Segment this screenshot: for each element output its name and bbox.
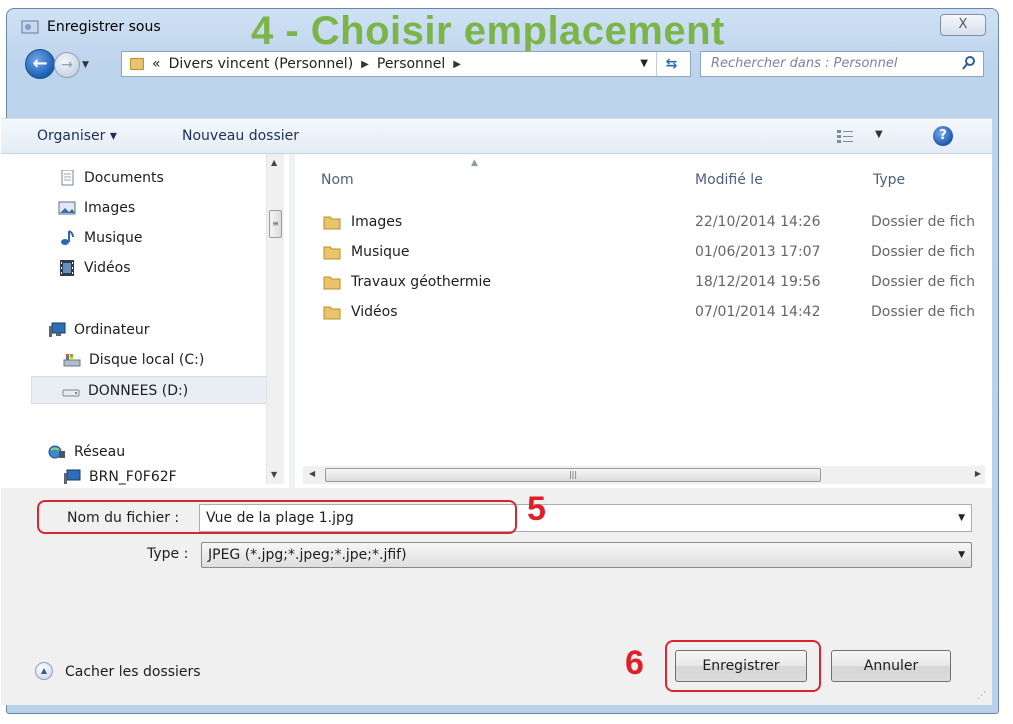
view-options-icon[interactable] bbox=[836, 128, 854, 144]
images-icon bbox=[58, 201, 76, 215]
breadcrumb-chevron-icon[interactable]: ▶ bbox=[453, 59, 461, 70]
videos-icon bbox=[60, 260, 74, 276]
help-icon[interactable]: ? bbox=[933, 126, 953, 146]
computer-icon bbox=[49, 322, 66, 337]
organize-menu[interactable]: Organiser ▾ bbox=[37, 128, 117, 144]
nav-pane-scrollbar[interactable]: ▲ ≡ ▼ bbox=[266, 154, 284, 484]
navigation-bar: ← → ▼ « Divers vincent (Personnel) ▶ Per… bbox=[7, 47, 998, 83]
type-label: Type : bbox=[147, 546, 189, 562]
network-icon bbox=[48, 445, 65, 459]
music-icon bbox=[61, 230, 74, 245]
save-form-area: Nom du fichier : Vue de la plage 1.jpg ▼… bbox=[1, 488, 992, 705]
file-row[interactable]: Musique 01/06/2013 17:07 Dossier de fich bbox=[295, 238, 992, 266]
step-5-highlight bbox=[37, 500, 517, 534]
horizontal-scroll-thumb[interactable]: ||| bbox=[325, 468, 821, 482]
scroll-left-icon[interactable]: ◀ bbox=[309, 469, 315, 478]
folder-icon bbox=[130, 58, 144, 70]
resize-grip-icon[interactable]: ⋰ bbox=[977, 691, 986, 701]
step-6-annotation: 6 bbox=[625, 644, 644, 682]
breadcrumb-divers-vincent[interactable]: Divers vincent (Personnel) bbox=[169, 56, 354, 72]
scroll-up-icon[interactable]: ▲ bbox=[271, 158, 277, 167]
file-list: ▲ Nom Modifié le Type Images 22/10/2014 … bbox=[295, 154, 992, 488]
documents-icon bbox=[61, 170, 74, 186]
window-title: Enregistrer sous bbox=[47, 19, 161, 35]
filename-dropdown-icon[interactable]: ▼ bbox=[958, 513, 965, 523]
collapse-folders-icon[interactable]: ▲ bbox=[35, 662, 53, 680]
folder-icon bbox=[323, 216, 341, 230]
close-button[interactable]: X bbox=[940, 14, 986, 36]
folder-icon bbox=[323, 306, 341, 320]
column-header-modified[interactable]: Modifié le bbox=[695, 172, 763, 188]
address-bar[interactable]: « Divers vincent (Personnel) ▶ Personnel… bbox=[121, 51, 691, 77]
nav-item-donnees-drive[interactable]: DONNEES (D:) bbox=[31, 376, 267, 404]
refresh-icon[interactable]: ⇆ bbox=[656, 52, 686, 76]
back-arrow-icon[interactable]: ← bbox=[25, 49, 55, 79]
scroll-down-icon[interactable]: ▼ bbox=[271, 470, 277, 479]
search-placeholder: Rechercher dans : Personnel bbox=[711, 56, 898, 71]
search-input[interactable]: Rechercher dans : Personnel bbox=[700, 51, 984, 77]
nav-item-network[interactable]: Réseau bbox=[48, 438, 125, 466]
column-header-name[interactable]: Nom bbox=[321, 172, 354, 188]
folder-icon bbox=[323, 276, 341, 290]
file-row[interactable]: Vidéos 07/01/2014 14:42 Dossier de fich bbox=[295, 298, 992, 326]
network-device-icon bbox=[64, 469, 81, 484]
nav-item-local-disk[interactable]: Disque local (C:) bbox=[63, 346, 204, 374]
folder-icon bbox=[323, 246, 341, 260]
breadcrumb-chevron-icon[interactable]: ▶ bbox=[361, 59, 369, 70]
cancel-button[interactable]: Annuler bbox=[831, 650, 951, 682]
local-disk-icon bbox=[63, 354, 81, 367]
scroll-thumb[interactable]: ≡ bbox=[269, 210, 282, 238]
save-button[interactable]: Enregistrer bbox=[675, 650, 807, 682]
file-row[interactable]: Travaux géothermie 18/12/2014 19:56 Doss… bbox=[295, 268, 992, 296]
step-5-annotation: 5 bbox=[527, 490, 546, 528]
file-list-scrollbar[interactable]: ◀ ||| ▶ bbox=[303, 466, 985, 484]
drive-icon bbox=[62, 389, 80, 397]
forward-arrow-icon[interactable]: → bbox=[54, 52, 80, 78]
breadcrumb-personnel[interactable]: Personnel bbox=[377, 56, 445, 72]
nav-item-documents[interactable]: Documents bbox=[58, 164, 164, 192]
search-icon[interactable] bbox=[961, 55, 977, 71]
hide-folders-link[interactable]: Cacher les dossiers bbox=[65, 664, 201, 680]
history-dropdown-icon[interactable]: ▼ bbox=[82, 60, 92, 70]
nav-item-music[interactable]: Musique bbox=[58, 224, 143, 252]
column-header-type[interactable]: Type bbox=[873, 172, 905, 188]
nav-item-brn-device[interactable]: BRN_F0F62F bbox=[63, 466, 177, 486]
file-type-dropdown-icon[interactable]: ▼ bbox=[958, 550, 965, 560]
view-dropdown-icon[interactable]: ▼ bbox=[875, 129, 883, 140]
nav-item-videos[interactable]: Vidéos bbox=[58, 254, 131, 282]
new-folder-button[interactable]: Nouveau dossier bbox=[182, 128, 299, 144]
address-dropdown-icon[interactable]: ▼ bbox=[640, 58, 648, 69]
sort-ascending-icon: ▲ bbox=[471, 158, 478, 168]
address-overflow[interactable]: « bbox=[152, 56, 161, 72]
file-row[interactable]: Images 22/10/2014 14:26 Dossier de fich bbox=[295, 208, 992, 236]
file-type-select[interactable]: JPEG (*.jpg;*.jpeg;*.jpe;*.jfif) ▼ bbox=[201, 542, 972, 568]
nav-item-images[interactable]: Images bbox=[58, 194, 135, 222]
command-toolbar: Organiser ▾ Nouveau dossier ▼ ? bbox=[1, 118, 992, 154]
save-dialog-icon bbox=[21, 20, 39, 34]
scroll-right-icon[interactable]: ▶ bbox=[975, 469, 981, 478]
nav-item-computer[interactable]: Ordinateur bbox=[48, 316, 150, 344]
navigation-pane: Documents Images Musique Vidéos Ordinate… bbox=[1, 154, 289, 488]
content-area: Documents Images Musique Vidéos Ordinate… bbox=[1, 154, 992, 488]
